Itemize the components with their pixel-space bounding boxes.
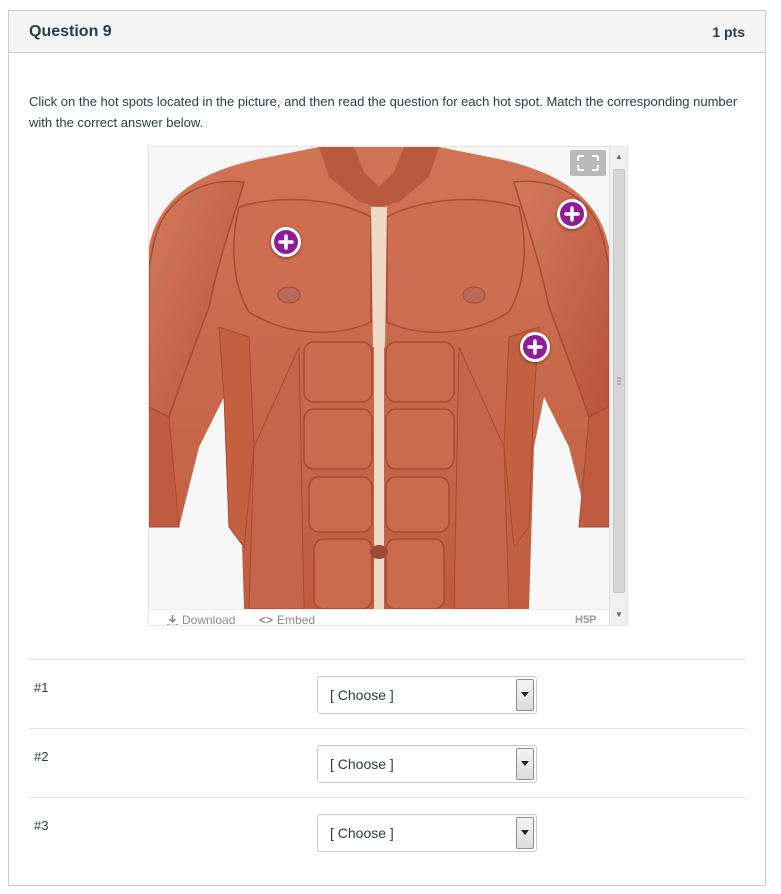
answer-row: #2 [ Choose ]: [29, 728, 746, 797]
answer-row: #1 [ Choose ]: [29, 659, 746, 728]
scroll-up-icon[interactable]: ▲: [614, 151, 624, 161]
fullscreen-button[interactable]: [570, 150, 606, 176]
dropdown-arrow-icon[interactable]: [516, 817, 534, 849]
plus-icon: [564, 206, 580, 222]
hotspot-2[interactable]: [557, 199, 587, 229]
select-value: [ Choose ]: [330, 687, 394, 703]
dropdown-arrow-icon[interactable]: [516, 679, 534, 711]
hotspot-1[interactable]: [271, 227, 301, 257]
h5p-footer: Download <> Embed H5P: [149, 609, 609, 626]
embed-label: Embed: [277, 613, 316, 626]
fullscreen-icon: [577, 155, 599, 171]
select-value: [ Choose ]: [330, 825, 394, 841]
grip-icon: [617, 377, 621, 385]
question-points: 1 pts: [712, 23, 745, 40]
download-icon: [167, 614, 178, 625]
question-title: Question 9: [29, 22, 112, 40]
question-header: Question 9 1 pts: [9, 11, 765, 53]
anatomy-torso-image: [149, 147, 609, 609]
answer-label: #3: [34, 818, 49, 833]
h5p-image-hotspots: ▲ ▼ Download <> Embed H5P: [148, 146, 628, 626]
answer-select[interactable]: [ Choose ]: [317, 745, 537, 783]
answer-row: #3 [ Choose ]: [29, 797, 746, 866]
question-card: Question 9 1 pts Click on the hot spots …: [8, 10, 766, 886]
download-link[interactable]: Download: [167, 613, 236, 626]
question-text: Click on the hot spots located in the pi…: [29, 94, 738, 130]
iframe-scrollbar[interactable]: ▲ ▼: [609, 147, 627, 625]
download-label: Download: [182, 613, 236, 626]
plus-icon: [278, 234, 294, 250]
scroll-thumb[interactable]: [613, 169, 625, 593]
embed-link[interactable]: <> Embed: [259, 613, 316, 626]
dropdown-arrow-icon[interactable]: [516, 748, 534, 780]
embed-icon: <>: [259, 613, 274, 626]
answer-list: #1 [ Choose ] #2 [ Choose ] #3 [ Choose …: [29, 659, 746, 866]
plus-icon: [527, 339, 543, 355]
select-value: [ Choose ]: [330, 756, 394, 772]
answer-label: #2: [34, 749, 49, 764]
scroll-down-icon[interactable]: ▼: [614, 609, 624, 619]
answer-label: #1: [34, 680, 49, 695]
answer-select[interactable]: [ Choose ]: [317, 814, 537, 852]
answer-select[interactable]: [ Choose ]: [317, 676, 537, 714]
hotspot-3[interactable]: [520, 332, 550, 362]
h5p-logo[interactable]: H5P: [575, 614, 596, 625]
